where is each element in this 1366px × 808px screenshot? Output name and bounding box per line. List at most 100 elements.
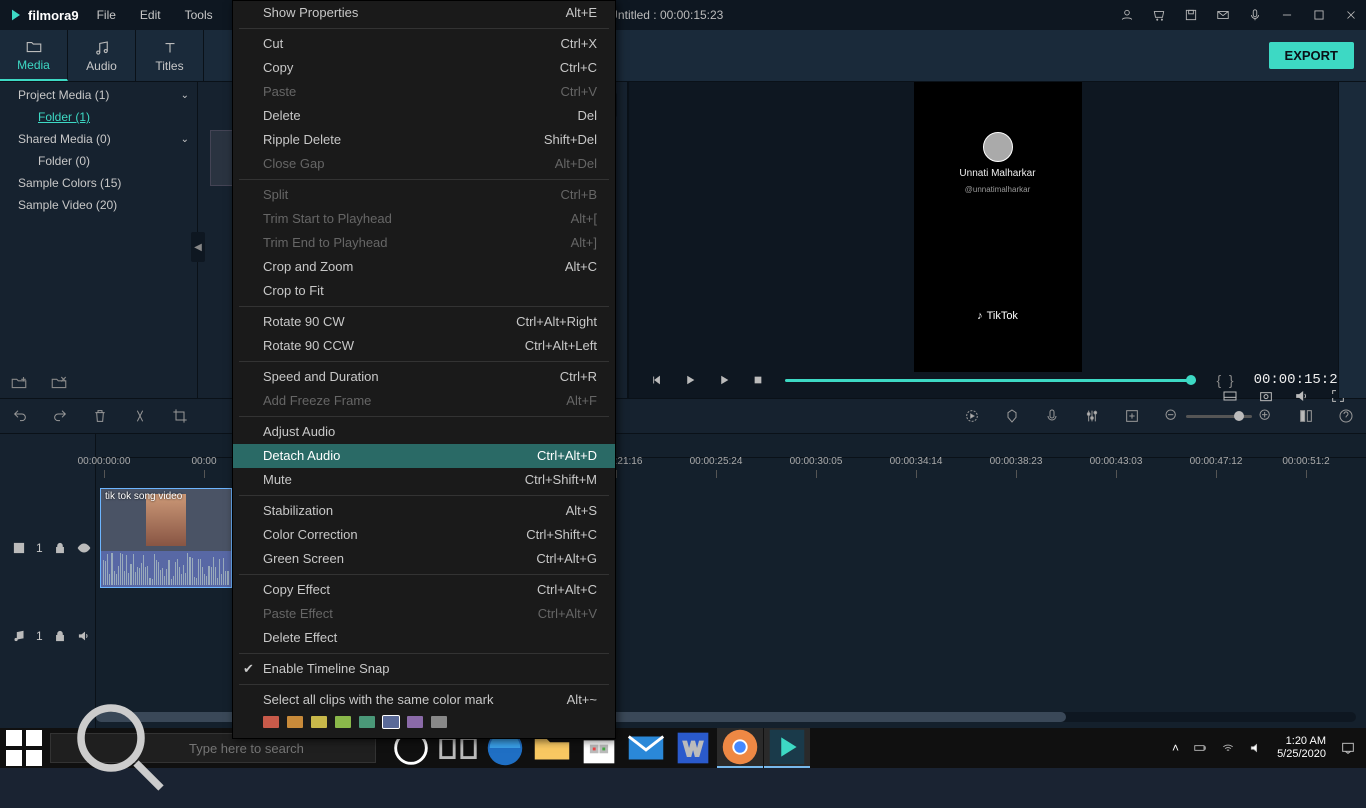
color-swatch[interactable] xyxy=(263,716,279,728)
add-media-icon[interactable] xyxy=(1124,408,1140,424)
start-button[interactable] xyxy=(0,728,48,768)
new-folder-icon[interactable] xyxy=(10,374,28,392)
color-swatch[interactable] xyxy=(311,716,327,728)
quality-icon[interactable] xyxy=(1222,388,1238,404)
zoom-in-icon[interactable] xyxy=(1258,408,1274,424)
export-button[interactable]: EXPORT xyxy=(1269,42,1354,69)
tree-sample-colors[interactable]: Sample Colors (15) xyxy=(0,172,197,194)
message-icon[interactable] xyxy=(1216,8,1230,22)
account-icon[interactable] xyxy=(1120,8,1134,22)
redo-icon[interactable] xyxy=(52,408,68,424)
ctx-delete[interactable]: DeleteDel xyxy=(233,104,615,128)
color-swatch[interactable] xyxy=(383,716,399,728)
tab-titles[interactable]: Titles xyxy=(136,30,204,81)
preview-slider[interactable] xyxy=(785,379,1196,382)
ctx-rotate-90-cw[interactable]: Rotate 90 CWCtrl+Alt+Right xyxy=(233,310,615,334)
color-swatch[interactable] xyxy=(407,716,423,728)
tray-clock[interactable]: 1:20 AM 5/25/2020 xyxy=(1277,735,1326,761)
ctx-enable-timeline-snap[interactable]: ✔Enable Timeline Snap xyxy=(233,657,615,681)
prev-frame-icon[interactable] xyxy=(649,373,663,387)
delete-icon[interactable] xyxy=(92,408,108,424)
play-pause-icon[interactable] xyxy=(683,373,697,387)
zoom-slider[interactable] xyxy=(1164,408,1274,424)
ctx-adjust-audio[interactable]: Adjust Audio xyxy=(233,420,615,444)
ctx-stabilization[interactable]: StabilizationAlt+S xyxy=(233,499,615,523)
lock-icon[interactable] xyxy=(53,541,67,555)
crop-icon[interactable] xyxy=(172,408,188,424)
eye-icon[interactable] xyxy=(77,541,91,555)
tab-audio[interactable]: Audio xyxy=(68,30,136,81)
ctx-show-properties[interactable]: Show PropertiesAlt+E xyxy=(233,1,615,25)
ctx-ripple-delete[interactable]: Ripple DeleteShift+Del xyxy=(233,128,615,152)
ctx-cut[interactable]: CutCtrl+X xyxy=(233,32,615,56)
preview-panel: Unnati Malharkar @unnatimalharkar ♪TikTo… xyxy=(628,82,1366,398)
save-icon[interactable] xyxy=(1184,8,1198,22)
delete-folder-icon[interactable] xyxy=(50,374,68,392)
video-track-header[interactable]: 1 xyxy=(0,530,96,566)
color-swatch[interactable] xyxy=(335,716,351,728)
ctx-select-all-clips-with-the-same-color-mark[interactable]: Select all clips with the same color mar… xyxy=(233,688,615,712)
notifications-icon[interactable] xyxy=(1340,740,1356,756)
cart-icon[interactable] xyxy=(1152,8,1166,22)
audio-track-header[interactable]: 1 xyxy=(0,618,96,654)
lock-icon[interactable] xyxy=(53,629,67,643)
taskbar-search-input[interactable] xyxy=(189,741,365,756)
tree-folder-1[interactable]: Folder (1) xyxy=(0,106,197,128)
audiomixer-icon[interactable] xyxy=(1084,408,1100,424)
stop-icon[interactable] xyxy=(751,373,765,387)
ctx-rotate-90-ccw[interactable]: Rotate 90 CCWCtrl+Alt+Left xyxy=(233,334,615,358)
ctx-copy-effect[interactable]: Copy EffectCtrl+Alt+C xyxy=(233,578,615,602)
sound-icon[interactable] xyxy=(1249,741,1263,755)
color-swatch[interactable] xyxy=(287,716,303,728)
tree-project-media[interactable]: Project Media (1)⌄ xyxy=(0,84,197,106)
tab-media[interactable]: Media xyxy=(0,30,68,81)
menu-tools[interactable]: Tools xyxy=(185,8,213,22)
maximize-icon[interactable] xyxy=(1312,8,1326,22)
wifi-icon[interactable] xyxy=(1221,741,1235,755)
play-icon[interactable] xyxy=(717,373,731,387)
voiceover-icon[interactable] xyxy=(1044,408,1060,424)
filmora-taskbar-icon[interactable] xyxy=(764,728,810,768)
render-icon[interactable] xyxy=(964,408,980,424)
close-icon[interactable] xyxy=(1344,8,1358,22)
ctx-speed-and-duration[interactable]: Speed and DurationCtrl+R xyxy=(233,365,615,389)
tray-up-icon[interactable]: ˄ xyxy=(1172,741,1179,755)
ctx-crop-to-fit[interactable]: Crop to Fit xyxy=(233,279,615,303)
timeline[interactable]: 1 1 00:00:00:0000:0000:00:21:1600:00:25:… xyxy=(0,434,1366,728)
tree-shared-media[interactable]: Shared Media (0)⌄ xyxy=(0,128,197,150)
title-bar: filmora9 File Edit Tools Untitled : 00:0… xyxy=(0,0,1366,30)
ctx-delete-effect[interactable]: Delete Effect xyxy=(233,626,615,650)
collapse-handle[interactable]: ◀ xyxy=(191,232,205,262)
minimize-icon[interactable] xyxy=(1280,8,1294,22)
volume-icon[interactable] xyxy=(1294,388,1310,404)
speaker-icon[interactable] xyxy=(77,629,91,643)
color-swatch[interactable] xyxy=(359,716,375,728)
zoom-out-icon[interactable] xyxy=(1164,408,1180,424)
word-icon[interactable]: W xyxy=(670,728,716,768)
mail-icon[interactable] xyxy=(623,728,669,768)
chevron-down-icon: ⌄ xyxy=(181,90,189,101)
undo-icon[interactable] xyxy=(12,408,28,424)
menu-edit[interactable]: Edit xyxy=(140,8,161,22)
menu-file[interactable]: File xyxy=(97,8,116,22)
markers-icon[interactable]: { } xyxy=(1216,372,1233,388)
ctx-green-screen[interactable]: Green ScreenCtrl+Alt+G xyxy=(233,547,615,571)
split-icon[interactable] xyxy=(132,408,148,424)
ctx-copy[interactable]: CopyCtrl+C xyxy=(233,56,615,80)
ctx-add-freeze-frame: Add Freeze FrameAlt+F xyxy=(233,389,615,413)
snapshot-icon[interactable] xyxy=(1258,388,1274,404)
timeline-clip[interactable]: tik tok song video xyxy=(100,488,232,588)
tree-sample-video[interactable]: Sample Video (20) xyxy=(0,194,197,216)
ctx-crop-and-zoom[interactable]: Crop and ZoomAlt+C xyxy=(233,255,615,279)
ctx-color-correction[interactable]: Color CorrectionCtrl+Shift+C xyxy=(233,523,615,547)
color-swatch[interactable] xyxy=(431,716,447,728)
tree-folder-0[interactable]: Folder (0) xyxy=(0,150,197,172)
help-icon[interactable] xyxy=(1338,408,1354,424)
mic-icon[interactable] xyxy=(1248,8,1262,22)
ctx-mute[interactable]: MuteCtrl+Shift+M xyxy=(233,468,615,492)
battery-icon[interactable] xyxy=(1193,741,1207,755)
marker-icon[interactable] xyxy=(1004,408,1020,424)
chrome-icon[interactable] xyxy=(717,728,763,768)
view-mode-icon[interactable] xyxy=(1298,408,1314,424)
ctx-detach-audio[interactable]: Detach AudioCtrl+Alt+D xyxy=(233,444,615,468)
